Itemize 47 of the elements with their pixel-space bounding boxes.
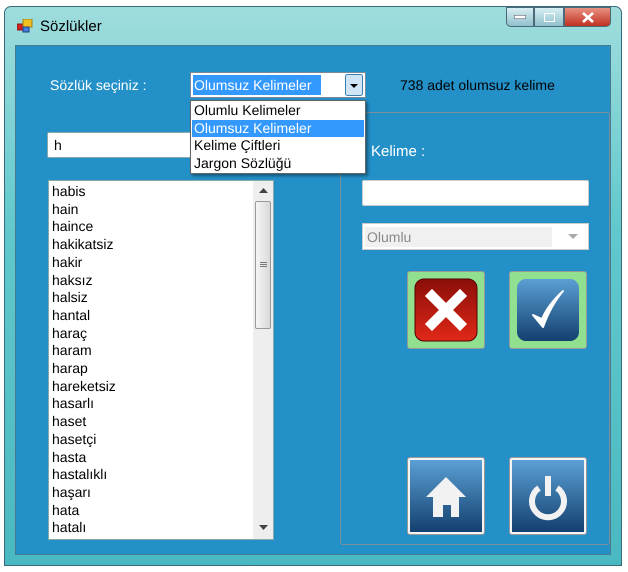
minimize-icon: [514, 15, 526, 19]
dictionary-label: Sözlük seçiniz :: [50, 77, 148, 93]
word-field[interactable]: [362, 180, 589, 206]
word-list-item[interactable]: hasarlı: [52, 395, 253, 414]
close-icon: [582, 12, 594, 22]
home-button[interactable]: [407, 457, 485, 535]
checkmark-icon: [515, 277, 581, 343]
word-list-item[interactable]: hain: [52, 200, 253, 218]
word-list-item[interactable]: haşarı: [52, 484, 253, 502]
scrollbar-thumb[interactable]: [255, 201, 271, 329]
word-count: 738 adet olumsuz kelime: [400, 77, 555, 93]
scroll-up-icon: [258, 188, 268, 194]
word-list-item[interactable]: haraç: [52, 324, 253, 342]
word-list-item[interactable]: hasta: [52, 448, 253, 466]
word-list-item[interactable]: hasetçi: [52, 430, 253, 449]
dropdown-option[interactable]: Olumlu Kelimeler: [192, 102, 364, 120]
power-button[interactable]: [509, 457, 587, 535]
power-icon: [512, 460, 584, 532]
app-icon: [17, 19, 33, 33]
delete-button[interactable]: [407, 271, 485, 349]
maximize-icon: [544, 12, 554, 22]
scroll-down-icon: [258, 525, 268, 531]
dropdown-arrow-icon: [568, 234, 578, 240]
scrollbar[interactable]: [253, 181, 273, 539]
word-list-item[interactable]: haset: [52, 413, 253, 431]
word-list-item[interactable]: hantal: [52, 306, 253, 325]
word-list-item[interactable]: hastalıklı: [52, 466, 253, 484]
word-list-item[interactable]: haince: [52, 218, 253, 236]
word-list-item[interactable]: hareketsiz: [52, 378, 253, 396]
word-list-item[interactable]: halsiz: [52, 289, 253, 307]
word-list-item[interactable]: hakir: [52, 254, 253, 272]
word-label: Kelime :: [371, 143, 426, 161]
word-list-item[interactable]: hata: [52, 502, 253, 520]
word-list-item[interactable]: harap: [52, 360, 253, 378]
maximize-button[interactable]: [534, 7, 564, 27]
home-icon: [410, 460, 482, 532]
window-title: Sözlükler: [40, 18, 102, 34]
minimize-button[interactable]: [506, 7, 534, 27]
confirm-button[interactable]: [509, 271, 587, 349]
word-list-item[interactable]: hatalı: [52, 519, 253, 538]
close-icon: [413, 277, 479, 343]
word-list-item[interactable]: haram: [52, 342, 253, 360]
word-list-item[interactable]: habis: [52, 183, 253, 201]
word-list[interactable]: habis hain haince hakikatsiz hakir haksız halsiz hantal haraç haram harap hareketsiz hasarlı haset hasetçi hasta hastalıklı haşarı hata hatalı: [48, 180, 274, 540]
word-list-item[interactable]: hakikatsiz: [52, 236, 253, 254]
close-button[interactable]: [564, 7, 611, 27]
word-list-item[interactable]: haksız: [52, 272, 253, 290]
